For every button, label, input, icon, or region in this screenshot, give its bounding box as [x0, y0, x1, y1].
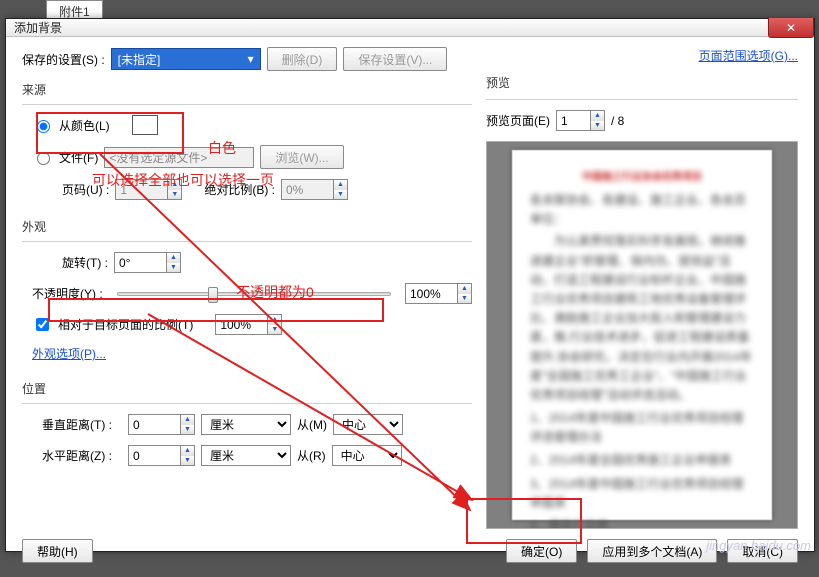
saved-settings-combo[interactable]: [未指定] ▾ — [111, 48, 261, 70]
from-file-radio[interactable] — [37, 152, 50, 165]
down-icon[interactable]: ▼ — [591, 121, 604, 131]
file-path-input[interactable] — [104, 147, 254, 168]
preview-legend: 预览 — [486, 74, 798, 91]
hdist-from-label: 从(R) — [297, 447, 326, 464]
up-icon[interactable]: ▲ — [168, 180, 181, 190]
vdist-spin[interactable]: ▲▼ — [128, 414, 195, 435]
from-file-label: 文件(F) — [59, 149, 98, 166]
ok-button[interactable]: 确定(O) — [506, 539, 577, 563]
source-legend: 来源 — [22, 81, 472, 98]
close-button[interactable]: ✕ — [768, 18, 814, 38]
up-icon[interactable]: ▲ — [268, 315, 281, 325]
up-icon[interactable]: ▲ — [181, 415, 194, 425]
page-num-spin[interactable]: ▲▼ — [115, 179, 182, 200]
abs-scale-label: 绝对比例(B) : — [204, 181, 275, 198]
hdist-label: 水平距离(Z) : — [42, 447, 122, 464]
preview-page: 中国施工行业协会优秀项目 各关联协会、各建设、施工企业、各会员单位： 为认真贯彻… — [512, 150, 772, 520]
color-swatch[interactable] — [132, 115, 158, 135]
up-icon[interactable]: ▲ — [167, 253, 180, 263]
rotate-label: 旋转(T) : — [62, 254, 108, 271]
position-fieldset: 位置 垂直距离(T) : ▲▼ 厘米 从(M) 中心 水平距离(Z) : — [22, 380, 472, 476]
opacity-spin[interactable]: ▲▼ — [405, 283, 472, 304]
page-range-link[interactable]: 页面范围选项(G)... — [699, 49, 798, 63]
down-icon[interactable]: ▼ — [181, 425, 194, 435]
help-button[interactable]: 帮助(H) — [22, 539, 93, 563]
preview-total: / 8 — [611, 114, 624, 128]
appearance-legend: 外观 — [22, 218, 472, 235]
chevron-down-icon: ▾ — [248, 52, 254, 66]
page-num-label: 页码(U) : — [62, 181, 109, 198]
down-icon[interactable]: ▼ — [181, 456, 194, 466]
dialog-window: 添加背景 ✕ 保存的设置(S) : [未指定] ▾ 删除(D) 保存设置(V).… — [5, 18, 815, 552]
rotate-spin[interactable]: ▲▼ — [114, 252, 181, 273]
hdist-spin[interactable]: ▲▼ — [128, 445, 195, 466]
titlebar: 添加背景 ✕ — [6, 19, 814, 37]
dialog-footer: 帮助(H) 确定(O) 应用到多个文档(A) 取消(C) — [6, 529, 814, 577]
source-fieldset: 来源 从颜色(L) 文件(F) 浏览(W)... 页码(U) : — [22, 81, 472, 210]
hdist-from-select[interactable]: 中心 — [332, 445, 402, 466]
up-icon[interactable]: ▲ — [591, 111, 604, 121]
from-color-label: 从颜色(L) — [59, 117, 110, 134]
delete-button[interactable]: 删除(D) — [267, 47, 338, 71]
abs-scale-spin[interactable]: ▲▼ — [281, 179, 348, 200]
preview-page-spin[interactable]: ▲▼ — [556, 110, 605, 131]
position-legend: 位置 — [22, 380, 472, 397]
hdist-unit-select[interactable]: 厘米 — [201, 445, 291, 466]
rel-scale-spin[interactable]: ▲▼ — [215, 314, 282, 335]
slider-thumb[interactable] — [208, 287, 218, 303]
watermark: jingyan.baidu.com — [706, 538, 811, 553]
up-icon[interactable]: ▲ — [458, 284, 471, 294]
preview-page-label: 预览页面(E) — [486, 112, 550, 129]
from-color-radio[interactable] — [37, 120, 50, 133]
vdist-from-select[interactable]: 中心 — [333, 414, 403, 435]
vdist-unit-select[interactable]: 厘米 — [201, 414, 291, 435]
up-icon[interactable]: ▲ — [181, 446, 194, 456]
apply-multiple-button[interactable]: 应用到多个文档(A) — [587, 539, 717, 563]
browse-button[interactable]: 浏览(W)... — [260, 145, 343, 169]
vdist-from-label: 从(M) — [297, 416, 327, 433]
down-icon[interactable]: ▼ — [268, 325, 281, 335]
rel-scale-label: 相对于目标页面的比例(T) — [58, 316, 193, 333]
down-icon[interactable]: ▼ — [167, 263, 180, 273]
down-icon[interactable]: ▼ — [168, 190, 181, 200]
vdist-label: 垂直距离(T) : — [42, 416, 122, 433]
up-icon[interactable]: ▲ — [334, 180, 347, 190]
saved-settings-label: 保存的设置(S) : — [22, 51, 105, 68]
opacity-label: 不透明度(Y) : — [32, 285, 103, 302]
opacity-slider[interactable] — [117, 292, 391, 296]
close-icon: ✕ — [786, 21, 796, 35]
rel-scale-check[interactable] — [36, 318, 49, 331]
window-title: 添加背景 — [14, 19, 62, 36]
appearance-options-link[interactable]: 外观选项(P)... — [32, 345, 106, 362]
save-settings-button[interactable]: 保存设置(V)... — [343, 47, 447, 71]
appearance-fieldset: 外观 旋转(T) : ▲▼ 不透明度(Y) : ▲▼ — [22, 218, 472, 372]
down-icon[interactable]: ▼ — [458, 294, 471, 304]
down-icon[interactable]: ▼ — [334, 190, 347, 200]
preview-area: 中国施工行业协会优秀项目 各关联协会、各建设、施工企业、各会员单位： 为认真贯彻… — [486, 141, 798, 529]
